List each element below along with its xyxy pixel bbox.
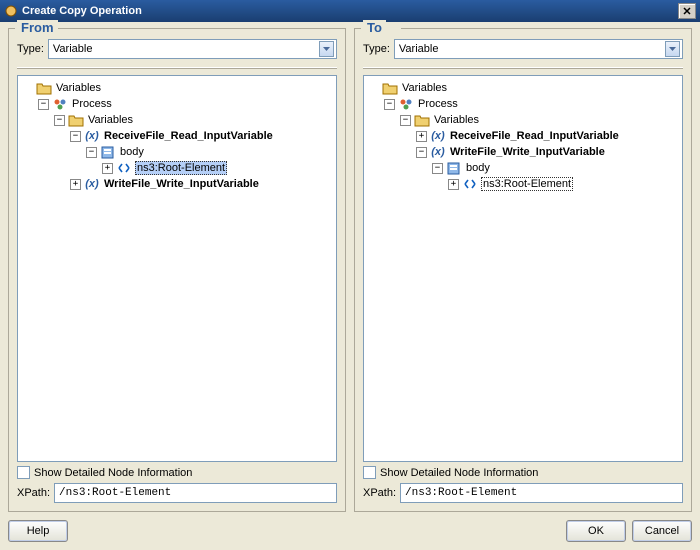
close-button[interactable] (678, 3, 696, 19)
collapse-icon[interactable]: − (432, 163, 443, 174)
part-icon (446, 161, 462, 175)
from-xpath-label: XPath: (17, 487, 50, 499)
collapse-icon[interactable]: − (416, 147, 427, 158)
node-label: WriteFile_Write_InputVariable (449, 146, 606, 158)
from-show-detail-label: Show Detailed Node Information (34, 467, 192, 479)
tree-process[interactable]: − Process (384, 96, 680, 112)
collapse-icon[interactable]: − (54, 115, 65, 126)
node-label: Variables (55, 82, 102, 94)
tree-root-element[interactable]: + ns3:Root-Element (102, 160, 334, 176)
help-label: Help (27, 525, 50, 537)
cancel-label: Cancel (645, 525, 679, 537)
node-label: Process (417, 98, 459, 110)
expand-icon[interactable]: + (448, 179, 459, 190)
from-heading: From (17, 20, 58, 35)
element-icon (462, 177, 478, 191)
expand-icon[interactable]: + (70, 179, 81, 190)
from-xpath-input[interactable]: /ns3:Root-Element (54, 483, 337, 503)
tree-write-var[interactable]: − (x) WriteFile_Write_InputVariable (416, 144, 680, 160)
to-type-value: Variable (399, 43, 439, 55)
folder-icon (36, 81, 52, 95)
variable-icon: (x) (430, 129, 446, 143)
from-type-label: Type: (17, 43, 44, 55)
folder-icon (382, 81, 398, 95)
from-panel: From Type: Variable (8, 28, 346, 512)
to-type-label: Type: (363, 43, 390, 55)
from-show-detail-checkbox[interactable] (17, 466, 30, 479)
tree-variables-folder[interactable]: − Variables (54, 112, 334, 128)
node-label: body (119, 146, 145, 158)
tree-process[interactable]: − Process (38, 96, 334, 112)
window-title: Create Copy Operation (22, 5, 678, 17)
divider (363, 67, 683, 69)
tree-receive-var[interactable]: − (x) ReceiveFile_Read_InputVariable (70, 128, 334, 144)
from-type-value: Variable (53, 43, 93, 55)
cancel-button[interactable]: Cancel (632, 520, 692, 542)
to-xpath-label: XPath: (363, 487, 396, 499)
chevron-down-icon[interactable] (665, 41, 680, 57)
from-xpath-value: /ns3:Root-Element (59, 487, 171, 499)
node-label: Variables (433, 114, 480, 126)
node-label: ReceiveFile_Read_InputVariable (449, 130, 620, 142)
to-xpath-input[interactable]: /ns3:Root-Element (400, 483, 683, 503)
twisty-blank (22, 83, 33, 94)
variable-icon: (x) (84, 177, 100, 191)
tree-root-variables[interactable]: Variables (22, 80, 334, 96)
to-panel: To Type: Variable (354, 28, 692, 512)
variable-icon: (x) (430, 145, 446, 159)
chevron-down-icon[interactable] (319, 41, 334, 57)
to-heading: To (363, 20, 386, 35)
tree-root-variables[interactable]: Variables (368, 80, 680, 96)
tree-body[interactable]: − body (432, 160, 680, 176)
node-label: ReceiveFile_Read_InputVariable (103, 130, 274, 142)
to-tree[interactable]: Variables − Process (363, 75, 683, 462)
ok-label: OK (588, 525, 604, 537)
to-type-combo[interactable]: Variable (394, 39, 683, 59)
node-label: WriteFile_Write_InputVariable (103, 178, 260, 190)
to-show-detail-label: Show Detailed Node Information (380, 467, 538, 479)
tree-body[interactable]: − body (86, 144, 334, 160)
expand-icon[interactable]: + (416, 131, 427, 142)
titlebar: Create Copy Operation (0, 0, 700, 22)
node-label: Process (71, 98, 113, 110)
tree-variables-folder[interactable]: − Variables (400, 112, 680, 128)
to-xpath-value: /ns3:Root-Element (405, 487, 517, 499)
process-icon (52, 97, 68, 111)
expand-icon[interactable]: + (102, 163, 113, 174)
collapse-icon[interactable]: − (86, 147, 97, 158)
node-label-selected: ns3:Root-Element (481, 177, 573, 191)
dialog-content: From Type: Variable (0, 22, 700, 550)
process-icon (398, 97, 414, 111)
help-button[interactable]: Help (8, 520, 68, 542)
collapse-icon[interactable]: − (38, 99, 49, 110)
twisty-blank (368, 83, 379, 94)
part-icon (100, 145, 116, 159)
to-show-detail-checkbox[interactable] (363, 466, 376, 479)
node-label: Variables (87, 114, 134, 126)
element-icon (116, 161, 132, 175)
node-label-selected: ns3:Root-Element (135, 161, 227, 175)
ok-button[interactable]: OK (566, 520, 626, 542)
node-label: body (465, 162, 491, 174)
tree-receive-var[interactable]: + (x) ReceiveFile_Read_InputVariable (416, 128, 680, 144)
node-label: Variables (401, 82, 448, 94)
folder-icon (68, 113, 84, 127)
divider (17, 67, 337, 69)
from-type-combo[interactable]: Variable (48, 39, 337, 59)
from-tree[interactable]: Variables − Process (17, 75, 337, 462)
tree-write-var[interactable]: + (x) WriteFile_Write_InputVariable (70, 176, 334, 192)
collapse-icon[interactable]: − (70, 131, 81, 142)
tree-root-element[interactable]: + ns3:Root-Element (448, 176, 680, 192)
variable-icon: (x) (84, 129, 100, 143)
dialog-button-row: Help OK Cancel (8, 520, 692, 542)
collapse-icon[interactable]: − (400, 115, 411, 126)
folder-icon (414, 113, 430, 127)
collapse-icon[interactable]: − (384, 99, 395, 110)
app-icon (4, 4, 18, 18)
